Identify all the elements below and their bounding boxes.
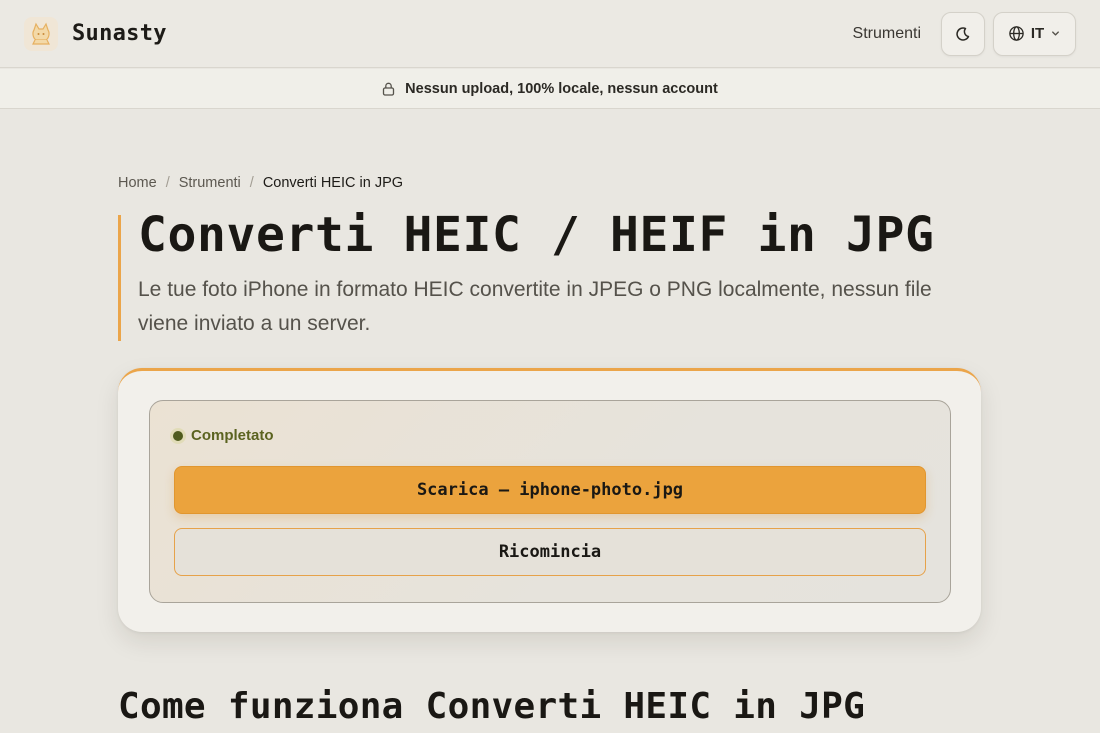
restart-button-label: Ricomincia xyxy=(498,542,602,562)
chevron-down-icon xyxy=(1052,31,1060,36)
section-heading: Come funziona Converti HEIC in JPG xyxy=(118,686,866,727)
converter-card: Completato Scarica — iphone-photo.jpg Ri… xyxy=(118,368,981,632)
status-dot-icon xyxy=(173,430,183,441)
restart-button[interactable]: Ricomincia xyxy=(174,528,926,576)
brand-link[interactable]: Sunasty xyxy=(24,16,167,51)
download-button[interactable]: Scarica — iphone-photo.jpg xyxy=(174,466,926,514)
banner-text: Nessun upload, 100% locale, nessun accou… xyxy=(405,80,718,97)
nav-tools-link[interactable]: Strumenti xyxy=(853,25,921,43)
result-panel: Completato Scarica — iphone-photo.jpg Ri… xyxy=(149,400,951,603)
page-title: Converti HEIC / HEIF in JPG xyxy=(138,207,935,263)
status-badge: Completato xyxy=(173,427,274,444)
language-selector[interactable]: IT xyxy=(993,11,1076,56)
status-label: Completato xyxy=(191,427,274,444)
download-button-label: Scarica — iphone-photo.jpg xyxy=(416,480,684,500)
breadcrumb-separator: / xyxy=(165,175,170,191)
language-code: IT xyxy=(1030,25,1045,42)
globe-icon xyxy=(1009,26,1024,41)
title-block: Converti HEIC / HEIF in JPG Le tue foto … xyxy=(118,207,978,341)
brand-name: Sunasty xyxy=(72,21,167,46)
lock-icon xyxy=(383,82,395,96)
breadcrumb-current: Converti HEIC in JPG xyxy=(262,175,404,191)
privacy-banner: Nessun upload, 100% locale, nessun accou… xyxy=(0,69,1100,109)
breadcrumb-tools[interactable]: Strumenti xyxy=(179,175,241,191)
breadcrumb-home[interactable]: Home xyxy=(118,175,157,191)
cat-icon xyxy=(24,16,58,51)
breadcrumb-separator: / xyxy=(249,175,254,191)
moon-icon xyxy=(956,26,970,41)
theme-toggle-button[interactable] xyxy=(941,11,985,56)
breadcrumb: Home / Strumenti / Converti HEIC in JPG xyxy=(118,175,403,191)
header-actions: Strumenti IT xyxy=(853,11,1076,56)
top-header: Sunasty Strumenti IT xyxy=(0,0,1100,68)
page-subtitle: Le tue foto iPhone in formato HEIC conve… xyxy=(138,278,932,335)
